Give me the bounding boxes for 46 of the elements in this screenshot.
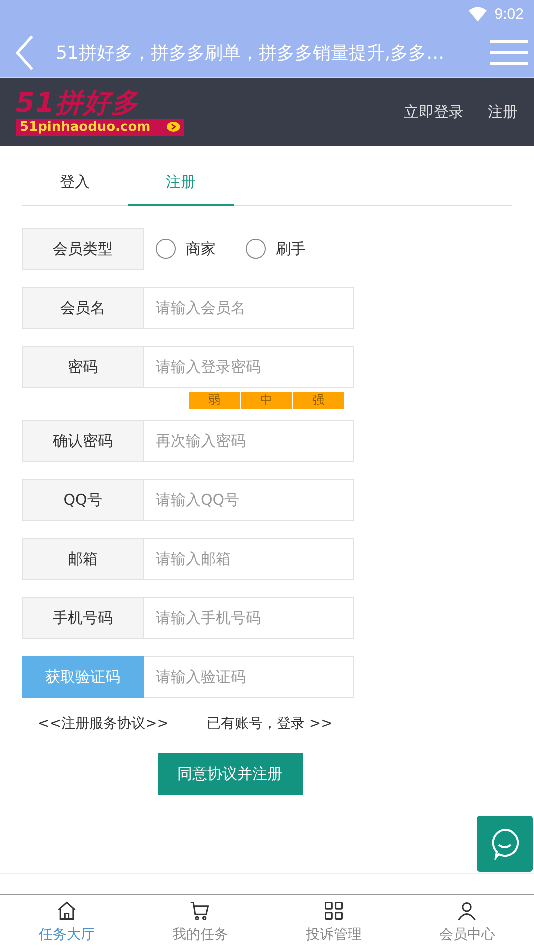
- back-icon[interactable]: [14, 32, 36, 72]
- tab[interactable]: 注册: [128, 161, 234, 206]
- register-button[interactable]: 同意协议并注册: [158, 753, 302, 795]
- header-link[interactable]: 注册: [488, 102, 518, 122]
- field-label: 会员类型: [22, 228, 144, 270]
- strength-segment: 中: [241, 392, 292, 409]
- chat-button[interactable]: [477, 816, 533, 872]
- nav-tab[interactable]: 我的任务: [134, 895, 267, 949]
- input-field[interactable]: 再次输入密码: [144, 420, 354, 462]
- input-field[interactable]: 请输入验证码: [144, 656, 354, 698]
- input-field[interactable]: 请输入QQ号: [144, 479, 354, 521]
- logo-text: 51拼好多: [16, 88, 140, 118]
- radio-button[interactable]: [246, 239, 266, 259]
- page-title: 51拼好多，拼多多刷单，拼多多销量提升,多多…: [56, 42, 446, 64]
- chat-bubble-icon: [490, 828, 520, 860]
- nav-tab[interactable]: 会员中心: [400, 895, 534, 949]
- cart-icon: [189, 900, 212, 922]
- text-link[interactable]: <<注册服务协议>>: [38, 715, 169, 733]
- nav-tab[interactable]: 投诉管理: [267, 895, 400, 949]
- input-field[interactable]: 请输入登录密码: [144, 346, 354, 388]
- input-field[interactable]: 请输入会员名: [144, 287, 354, 329]
- user-icon: [456, 900, 478, 922]
- radio-button[interactable]: [156, 239, 176, 259]
- grid-icon: [322, 900, 345, 922]
- radio-label: 刷手: [276, 240, 306, 258]
- header-link[interactable]: 立即登录: [404, 102, 464, 122]
- strength-segment: 强: [293, 392, 344, 409]
- tab[interactable]: 登入: [22, 161, 128, 205]
- clock-time: 9:02: [494, 6, 524, 22]
- home-icon: [56, 900, 78, 922]
- menu-icon[interactable]: [490, 40, 528, 66]
- radio-label: 商家: [186, 240, 216, 258]
- input-field[interactable]: 请输入邮箱: [144, 538, 354, 580]
- field-label: 会员名: [22, 287, 144, 329]
- logo-domain-banner: 51pinhaoduo.com: [16, 118, 184, 136]
- field-label: 确认密码: [22, 420, 144, 462]
- input-field[interactable]: 请输入手机号码: [144, 597, 354, 639]
- field-label: QQ号: [22, 479, 144, 521]
- field-label: 邮箱: [22, 538, 144, 580]
- text-link[interactable]: 已有账号，登录 >>: [206, 715, 333, 733]
- field-label: 密码: [22, 346, 144, 388]
- nav-tab[interactable]: 任务大厅: [0, 895, 134, 949]
- wifi-icon: [468, 6, 487, 22]
- field-label: 手机号码: [22, 597, 144, 639]
- get-code-button[interactable]: 获取验证码: [22, 656, 144, 698]
- strength-segment: 弱: [189, 392, 240, 409]
